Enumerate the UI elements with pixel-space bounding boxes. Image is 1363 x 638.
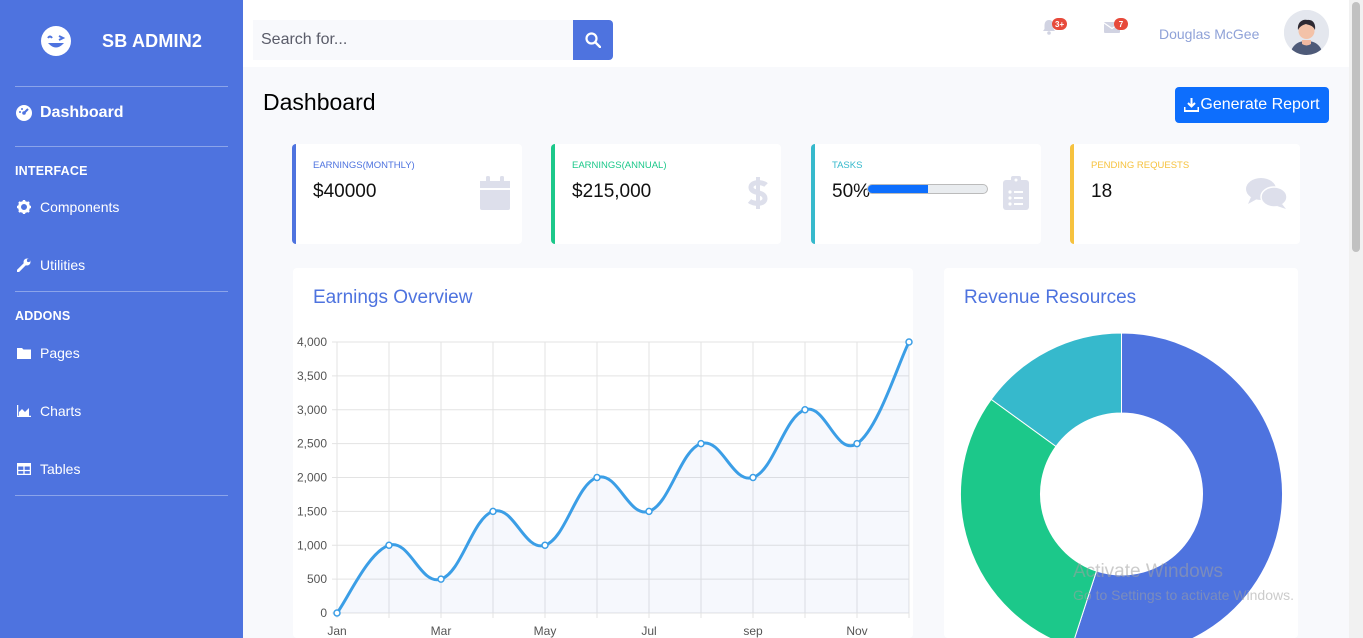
sidebar-item-label: Charts	[40, 403, 82, 419]
sidebar-divider	[15, 146, 228, 147]
sidebar-divider	[15, 86, 228, 87]
y-tick-label: 3,000	[297, 403, 327, 417]
sidebar-item-charts[interactable]: Charts	[15, 400, 81, 422]
card-pending-requests: PENDING REQUESTS 18	[1070, 144, 1300, 244]
sidebar-item-dashboard[interactable]: Dashboard	[15, 102, 124, 124]
generate-report-button[interactable]: Generate Report	[1175, 87, 1329, 123]
messages-dropdown[interactable]: 7	[1103, 18, 1128, 42]
sidebar-item-label: Utilities	[40, 257, 86, 273]
earnings-line-chart: 4,0003,5003,0002,5002,0001,5001,0005000J…	[297, 335, 913, 638]
alerts-dropdown[interactable]: 3+	[1041, 18, 1068, 41]
y-tick-label: 2,000	[297, 471, 327, 485]
card-value: $215,000	[572, 181, 652, 202]
data-point	[437, 575, 445, 583]
y-tick-label: 1,500	[297, 504, 327, 518]
y-tick-label: 1,000	[297, 538, 327, 552]
tasks-progress-fill	[868, 185, 928, 193]
card-value: 18	[1091, 181, 1113, 202]
area-chart-icon	[15, 403, 33, 419]
sidebar-divider	[15, 291, 228, 292]
card-value: 50%	[832, 181, 871, 202]
brand-name: SB ADMIN2	[102, 31, 203, 51]
laugh-wink-icon	[41, 26, 71, 56]
data-point	[541, 541, 549, 549]
data-point	[385, 541, 393, 549]
card-label: TASKS	[832, 160, 863, 171]
comments-icon	[1246, 178, 1288, 209]
card-label: PENDING REQUESTS	[1091, 160, 1190, 171]
data-point	[489, 507, 497, 516]
search-button[interactable]	[573, 20, 613, 60]
user-avatar-image	[1284, 10, 1329, 55]
data-point	[593, 473, 601, 482]
data-point	[697, 439, 705, 448]
sidebar: SB ADMIN2 Dashboard INTERFACE Components…	[0, 0, 243, 638]
data-point	[801, 406, 809, 414]
data-point	[749, 473, 757, 482]
sidebar-item-utilities[interactable]: Utilities	[15, 254, 85, 276]
activate-windows-hint: Go to Settings to activate Windows.	[1073, 587, 1294, 603]
generate-report-label: Generate Report	[1200, 96, 1320, 113]
data-point	[853, 439, 861, 448]
download-icon	[1184, 98, 1200, 112]
sidebar-item-components[interactable]: Components	[15, 196, 119, 218]
gear-icon	[15, 199, 33, 215]
card-tasks: TASKS 50%	[811, 144, 1041, 244]
y-tick-label: 3,500	[297, 369, 327, 383]
user-name[interactable]: Douglas McGee	[1159, 26, 1259, 42]
activate-windows-watermark: Activate Windows	[1073, 561, 1223, 582]
folder-icon	[15, 345, 33, 361]
x-tick-label: Nov	[846, 624, 867, 638]
avatar[interactable]	[1284, 10, 1329, 55]
page-title: Dashboard	[263, 89, 376, 115]
x-tick-label: Jan	[327, 624, 346, 638]
sidebar-item-label: Pages	[40, 345, 80, 361]
data-point	[333, 609, 341, 617]
tachometer-icon	[15, 105, 33, 121]
messages-badge: 7	[1114, 18, 1128, 30]
card-earnings-annual: EARNINGS(ANNUAL) $215,000	[551, 144, 781, 244]
sidebar-item-label: Components	[40, 199, 120, 215]
sidebar-divider	[15, 495, 228, 496]
x-tick-label: Mar	[431, 624, 452, 638]
card-value: $40000	[313, 181, 377, 202]
sidebar-heading-interface: INTERFACE	[15, 164, 88, 178]
wrench-icon	[15, 257, 33, 273]
search-input[interactable]	[253, 20, 573, 60]
x-tick-label: Jul	[641, 624, 656, 638]
card-label: EARNINGS(ANNUAL)	[572, 160, 667, 171]
tasks-progress-bar	[867, 184, 988, 194]
calendar-icon	[480, 176, 510, 210]
brand[interactable]: SB ADMIN2	[0, 0, 243, 84]
data-point	[905, 338, 913, 346]
y-tick-label: 4,000	[297, 335, 327, 349]
clipboard-icon	[1003, 176, 1029, 210]
alerts-badge: 3+	[1052, 18, 1068, 30]
sidebar-heading-addons: ADDONS	[15, 309, 71, 323]
revenue-resources-title: Revenue Resources	[964, 287, 1137, 308]
scrollbar[interactable]	[1349, 0, 1363, 638]
sidebar-item-pages[interactable]: Pages	[15, 342, 80, 364]
scrollbar-thumb[interactable]	[1352, 2, 1360, 252]
sidebar-item-label: Dashboard	[40, 104, 124, 121]
x-tick-label: May	[534, 624, 557, 638]
sidebar-item-tables[interactable]: Tables	[15, 458, 80, 480]
card-earnings-monthly: EARNINGS(MONTHLY) $40000	[292, 144, 522, 244]
x-tick-label: sep	[743, 624, 763, 638]
data-point	[645, 507, 653, 516]
earnings-overview-title: Earnings Overview	[313, 287, 473, 308]
dollar-icon	[747, 177, 768, 209]
card-label: EARNINGS(MONTHLY)	[313, 160, 415, 171]
search-icon	[585, 32, 601, 48]
sidebar-item-label: Tables	[40, 461, 81, 477]
y-tick-label: 2,500	[297, 437, 327, 451]
y-tick-label: 500	[307, 572, 327, 586]
y-tick-label: 0	[320, 606, 327, 620]
table-icon	[15, 461, 33, 477]
